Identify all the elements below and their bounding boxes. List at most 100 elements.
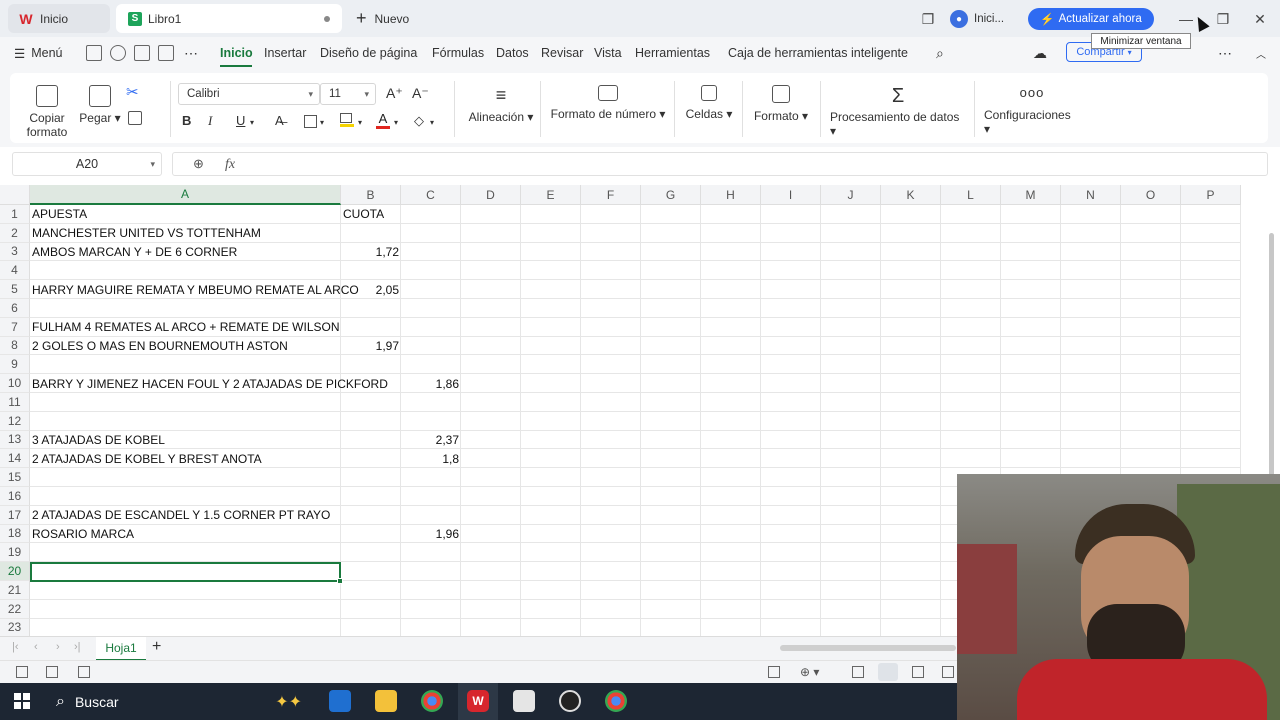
row-header-17[interactable]: 17 [0,505,30,525]
tab-home[interactable]: W Inicio [8,4,110,33]
tab-file-libro1[interactable]: S Libro1 [116,4,342,33]
cell-a10[interactable]: BARRY Y JIMENEZ HACEN FOUL Y 2 ATAJADAS … [30,374,388,393]
cell-c13[interactable]: 2,37 [401,431,461,450]
row-header-12[interactable]: 12 [0,411,30,431]
horizontal-scrollbar[interactable] [780,645,956,651]
column-header-f[interactable]: F [581,185,641,205]
prev-sheet-icon[interactable]: ‹ [34,641,38,653]
row-header-15[interactable]: 15 [0,468,30,487]
status-icon-3[interactable] [78,666,90,678]
font-color-icon[interactable]: A [376,111,390,129]
collapse-ribbon-icon[interactable]: ︿ [1256,37,1266,69]
chrome-icon[interactable] [421,690,443,712]
row-header-4[interactable]: 4 [0,261,30,281]
cell-c18[interactable]: 1,96 [401,525,461,544]
column-header-o[interactable]: O [1121,185,1181,205]
menu-formulas[interactable]: Fórmulas [432,37,484,69]
windows-start-icon[interactable] [14,693,30,709]
cell-a7[interactable]: FULHAM 4 REMATES AL ARCO + REMATE DE WIL… [30,318,341,337]
page-break-view-icon[interactable] [942,666,954,678]
row-header-21[interactable]: 21 [0,581,30,600]
chevron-down-icon[interactable]: ▾ [320,118,324,127]
column-header-g[interactable]: G [641,185,701,205]
chevron-down-icon[interactable]: ▾ [430,118,434,127]
page-layout-view-icon[interactable] [912,666,924,678]
row-header-9[interactable]: 9 [0,355,30,375]
eraser-icon[interactable]: ◇ [414,113,424,129]
taskbar-search[interactable]: ⌕ Buscar ✦✦ [46,686,314,717]
menu-diseno-pagina[interactable]: Diseño de página [320,37,417,69]
selected-cell-a20[interactable] [30,562,341,582]
obs-icon[interactable] [559,690,581,712]
file-explorer-icon[interactable] [375,690,397,712]
number-format-button[interactable]: Formato de número ▾ [550,85,666,121]
cell-b8[interactable]: 1,97 [341,337,401,356]
normal-view-icon[interactable] [878,663,898,681]
upgrade-button[interactable]: ⚡ Actualizar ahora [1028,8,1154,30]
cell-c14[interactable]: 1,8 [401,449,461,468]
menu-herramientas[interactable]: Herramientas [635,37,710,69]
column-header-j[interactable]: J [821,185,881,205]
first-sheet-icon[interactable]: |‹ [12,641,19,653]
cell-a14[interactable]: 2 ATAJADAS DE KOBEL Y BREST ANOTA [30,449,341,468]
last-sheet-icon[interactable]: ›| [74,641,81,653]
borders-icon[interactable] [304,115,317,128]
settings-button[interactable]: ooo Configuraciones ▾ [984,85,1080,136]
row-header-19[interactable]: 19 [0,543,30,563]
cell-a13[interactable]: 3 ATAJADAS DE KOBEL [30,431,341,450]
restore-window-button[interactable]: ❐ [1211,8,1235,30]
alignment-button[interactable]: ≡ Alineación ▾ [464,85,538,124]
wps-taskbar-active[interactable]: W [458,683,498,720]
row-header-11[interactable]: 11 [0,393,30,412]
chevron-down-icon[interactable]: ▾ [394,118,398,127]
status-icon-2[interactable] [46,666,58,678]
store-icon[interactable] [513,690,535,712]
fill-handle[interactable] [337,578,343,584]
cell-a1[interactable]: APUESTA [30,205,341,224]
cell-a8[interactable]: 2 GOLES O MAS EN BOURNEMOUTH ASTON [30,337,341,356]
column-header-c[interactable]: C [401,185,461,205]
close-window-button[interactable]: ✕ [1248,8,1272,30]
cell-b1[interactable]: CUOTA [341,205,401,224]
more-options-icon[interactable]: ⋯ [1218,37,1232,69]
sheet-tab-hoja1[interactable]: Hoja1 [96,637,146,661]
menu-datos[interactable]: Datos [496,37,529,69]
chrome-profile-icon[interactable] [605,690,627,712]
cell-c10[interactable]: 1,86 [401,374,461,393]
column-header-i[interactable]: I [761,185,821,205]
freeze-icon[interactable]: ⊕ ▾ [800,665,819,679]
cell-b5[interactable]: 2,05 [341,280,401,299]
column-header-n[interactable]: N [1061,185,1121,205]
print-preview-icon[interactable] [158,45,174,61]
name-box[interactable]: A20 ▾ [12,152,162,176]
column-header-e[interactable]: E [521,185,581,205]
row-header-8[interactable]: 8 [0,336,30,356]
increase-font-icon[interactable]: A⁺ [386,85,403,102]
cut-icon[interactable]: ✂ [126,83,139,101]
chevron-down-icon[interactable]: ▾ [358,118,362,127]
page-icon[interactable] [852,666,864,678]
cell-a2[interactable]: MANCHESTER UNITED VS TOTTENHAM [30,224,341,243]
column-header-b[interactable]: B [341,185,401,205]
row-header-10[interactable]: 10 [0,374,30,393]
unsaved-dot-icon[interactable] [324,16,330,22]
cloud-icon[interactable]: ☁ [1033,37,1047,69]
status-icon-1[interactable] [16,666,28,678]
row-header-14[interactable]: 14 [0,449,30,469]
row-header-18[interactable]: 18 [0,524,30,544]
zoom-icon[interactable]: ⊕ [193,156,204,172]
copy-icon[interactable] [128,111,142,125]
new-tab-button[interactable]: + Nuevo [350,4,440,33]
cell-a18[interactable]: ROSARIO MARCA [30,525,341,544]
next-sheet-icon[interactable]: › [56,641,60,653]
row-header-23[interactable]: 23 [0,618,30,638]
main-menu-button[interactable]: ☰ Menú [14,37,63,69]
cell-a3[interactable]: AMBOS MARCAN Y + DE 6 CORNER [30,243,341,262]
select-all-corner[interactable] [0,185,30,205]
format-button[interactable]: Formato ▾ [752,85,810,123]
row-header-6[interactable]: 6 [0,299,30,318]
formula-input[interactable]: ⊕ fx [172,152,1268,176]
column-header-p[interactable]: P [1181,185,1241,205]
decrease-font-icon[interactable]: A⁻ [412,85,429,102]
column-header-h[interactable]: H [701,185,761,205]
